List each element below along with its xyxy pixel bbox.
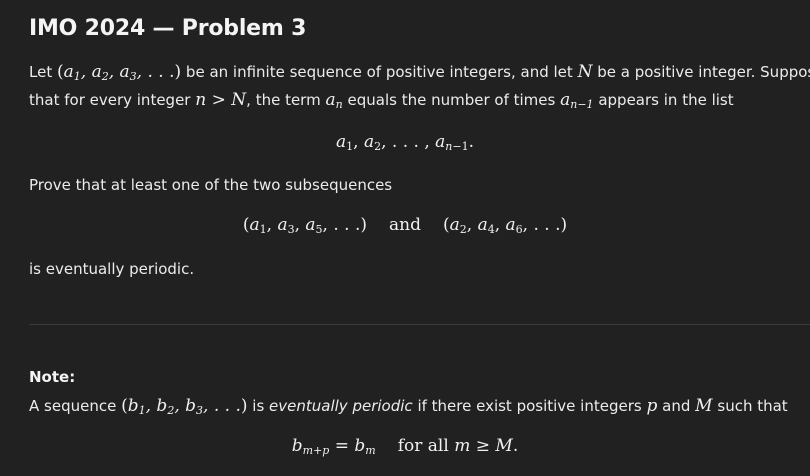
statement-for-every: that for every integer	[29, 91, 191, 109]
sequence-b-math: (b1, b2, b3, . . .)	[121, 396, 248, 417]
note-a-sequence: A sequence	[29, 397, 117, 415]
statement-mid: be an infinite sequence of positive inte…	[185, 63, 573, 81]
note-if-exist: if there exist positive integers	[417, 397, 642, 415]
statement-line-1: Let (a1, a2, a3, . . .) be an infinite s…	[29, 58, 810, 86]
display-subsequences-math: (a1, a3, a5, . . .) and (a2, a4, a6, . . .…	[242, 215, 568, 236]
note-such-that: such that	[717, 397, 788, 415]
display-periodic-math: bm+p = bm for all m ≥ M.	[291, 436, 519, 457]
sequence-a-math: (a1, a2, a3, . . .)	[56, 62, 182, 83]
page-title: IMO 2024 — Problem 3	[29, 16, 307, 41]
section-divider	[29, 324, 810, 325]
display-and: and	[389, 215, 421, 235]
condition-n-gt-N-math: n > N	[195, 90, 247, 110]
note-and: and	[662, 397, 691, 415]
statement-end: be a positive integer. Suppose	[597, 63, 810, 81]
statement-appears: appears in the list	[598, 91, 734, 109]
display-list-math: a1, a2, . . . , an−1.	[336, 132, 474, 153]
var-p-math: p	[646, 396, 658, 416]
note-line: A sequence (b1, b2, b3, . . .) is eventu…	[29, 392, 788, 420]
note-term-eventually-periodic: eventually periodic	[269, 397, 413, 415]
statement-the-term: , the term	[246, 91, 321, 109]
term-an-1-math: an−1	[560, 90, 594, 111]
var-N-math: N	[577, 62, 593, 82]
note-is: is	[252, 397, 265, 415]
problem-page: IMO 2024 — Problem 3 Let (a1, a2, a3, . …	[0, 0, 810, 476]
term-an-math: an	[325, 90, 343, 111]
statement-let: Let	[29, 63, 53, 81]
conclusion-line: is eventually periodic.	[29, 260, 195, 278]
prove-line: Prove that at least one of the two subse…	[29, 176, 393, 194]
var-M-math: M	[695, 396, 713, 416]
note-label: Note:	[29, 368, 76, 386]
display-for-all: for all	[397, 436, 449, 456]
statement-equals: equals the number of times	[347, 91, 556, 109]
statement-line-2: that for every integer n > N, the term a…	[29, 86, 734, 114]
